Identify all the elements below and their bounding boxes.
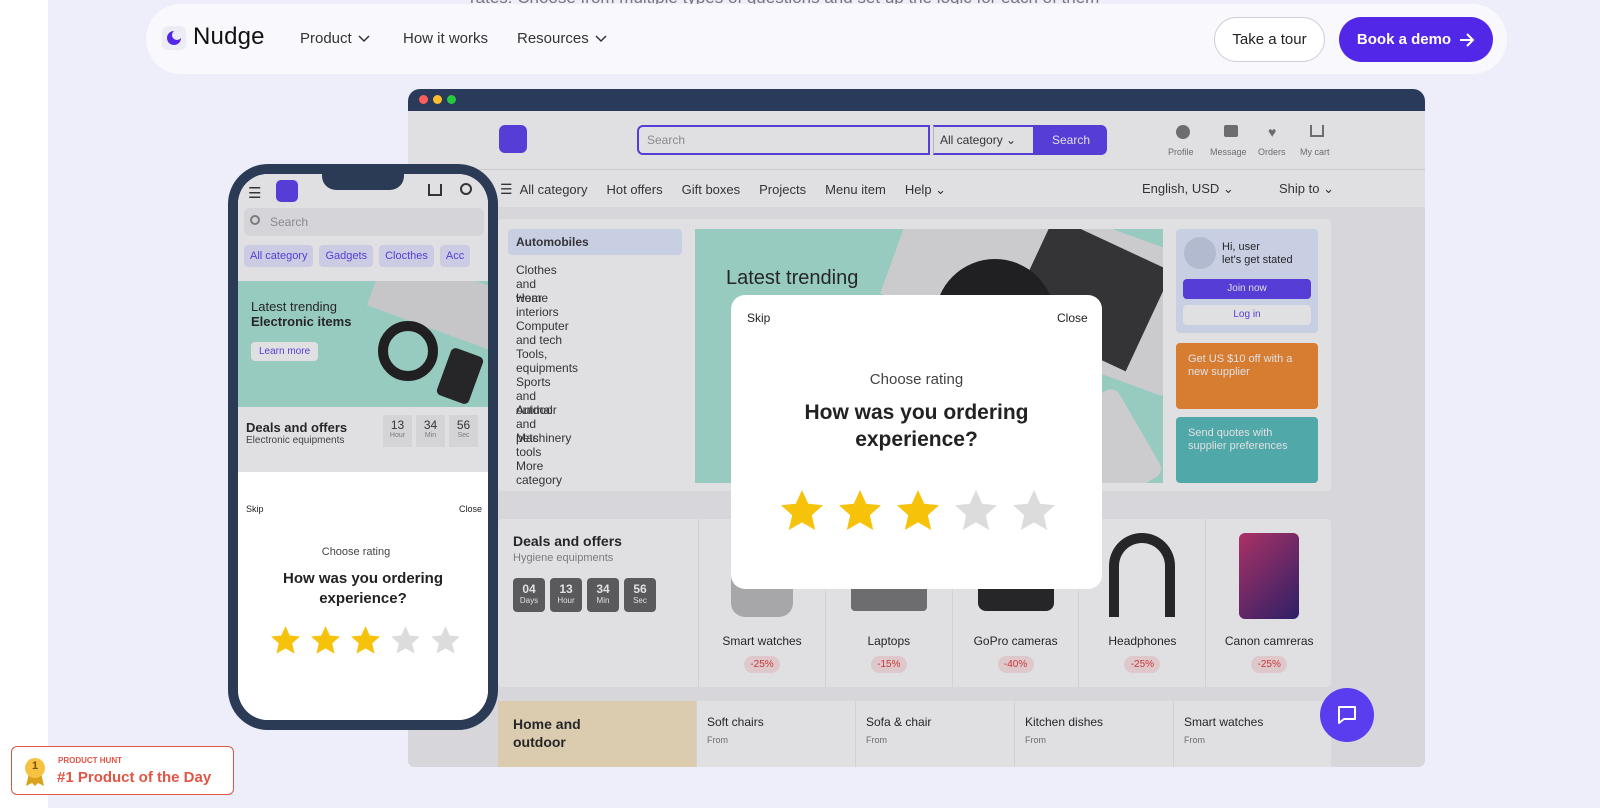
nav-product-label: Product — [300, 30, 352, 47]
chevron-down-icon — [595, 34, 607, 42]
arrow-right-icon — [1460, 32, 1475, 47]
modal-question: How was you ordering experience? — [804, 401, 1029, 451]
phone-star-rating — [269, 624, 462, 657]
nav-product[interactable]: Product — [300, 30, 370, 47]
phone-screen: ☰ Search All category Gadgets Clocthes A… — [238, 174, 488, 720]
close-dot-icon — [419, 95, 428, 104]
skip-button[interactable]: Skip — [246, 504, 264, 514]
star-icon[interactable] — [894, 487, 942, 535]
close-button[interactable]: Close — [1057, 311, 1088, 325]
product-hunt-title: #1 Product of the Day — [57, 769, 212, 786]
product-hunt-kicker: PRODUCT HUNT — [58, 756, 122, 765]
medal-rank: 1 — [31, 760, 39, 772]
nav-how-it-works-label: How it works — [403, 30, 489, 47]
star-rating — [778, 487, 1058, 535]
browser-titlebar — [408, 89, 1425, 111]
phone-modal-question: How was you ordering experience? — [282, 570, 444, 607]
chevron-down-icon — [358, 34, 370, 42]
medal-icon: 1 — [24, 757, 46, 787]
take-a-tour-label: Take a tour — [1232, 31, 1307, 48]
nudge-logo-icon[interactable] — [162, 26, 186, 50]
star-icon[interactable] — [952, 487, 1000, 535]
star-icon[interactable] — [309, 624, 342, 657]
phone-notch — [322, 168, 404, 190]
close-button[interactable]: Close — [459, 504, 482, 514]
modal-subtitle: Choose rating — [869, 371, 964, 388]
brand-name[interactable]: Nudge — [193, 23, 265, 51]
minimize-dot-icon — [433, 95, 442, 104]
chat-icon — [1338, 706, 1356, 724]
nav-how-it-works[interactable]: How it works — [403, 30, 488, 47]
star-icon[interactable] — [836, 487, 884, 535]
phone-modal-subtitle: Choose rating — [321, 546, 391, 558]
phone-modal-backdrop — [238, 174, 488, 472]
star-icon[interactable] — [389, 624, 422, 657]
star-icon[interactable] — [778, 487, 826, 535]
rating-modal: Skip Close Choose rating How was you ord… — [731, 295, 1102, 589]
star-icon[interactable] — [349, 624, 382, 657]
book-a-demo-button[interactable]: Book a demo — [1339, 17, 1493, 62]
chat-button[interactable] — [1320, 688, 1374, 742]
book-a-demo-label: Book a demo — [1356, 31, 1452, 48]
star-icon[interactable] — [1010, 487, 1058, 535]
star-icon[interactable] — [269, 624, 302, 657]
phone-rating-sheet: Skip Close Choose rating How was you ord… — [238, 472, 488, 720]
skip-button[interactable]: Skip — [747, 311, 770, 325]
nav-resources[interactable]: Resources — [517, 30, 607, 47]
product-hunt-badge[interactable]: 1 PRODUCT HUNT #1 Product of the Day — [11, 746, 234, 795]
star-icon[interactable] — [429, 624, 462, 657]
maximize-dot-icon — [447, 95, 456, 104]
take-a-tour-button[interactable]: Take a tour — [1214, 17, 1325, 62]
nav-resources-label: Resources — [517, 30, 589, 47]
